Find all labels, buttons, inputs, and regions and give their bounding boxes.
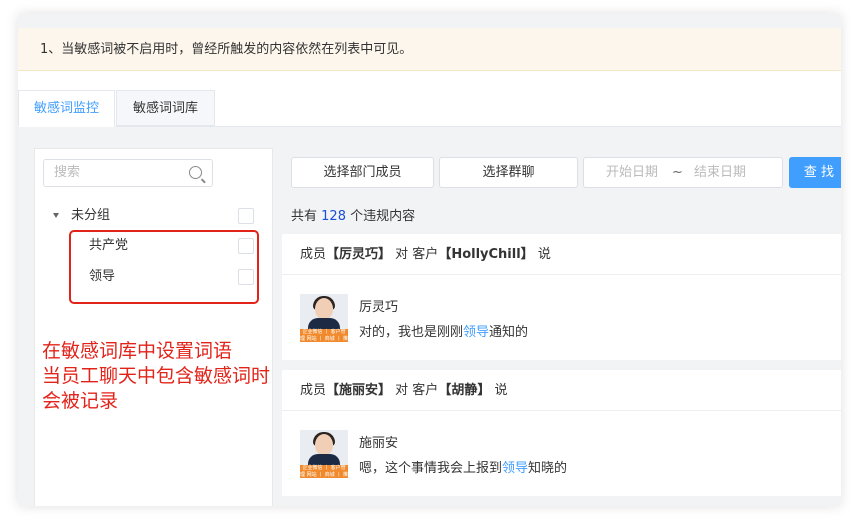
member-name: 【厉灵巧】 [326,247,392,262]
member-name: 【施丽安】 [326,383,392,398]
highlight-box [69,230,259,304]
member-label: 成员 [300,383,327,398]
sensitive-keyword: 领导 [502,461,529,476]
message-text: 对的，我也是刚刚领导通知的 [359,321,528,340]
says-label: 说 [537,247,551,262]
search-placeholder: 搜索 [54,165,81,180]
annotation-line: 会被记录 [42,390,119,412]
customer-name: 【HollyChill】 [438,247,534,262]
message-card: 成员【施丽安】 对 客户【胡静】 说 企业微信 丨 客户管理 网站 丨 商城 丨… [282,370,841,496]
date-range-picker[interactable]: 开始日期 ~ 结束日期 [583,157,783,188]
summary-prefix: 共有 [291,209,318,224]
caret-down-icon[interactable] [53,213,59,218]
annotation-line: 当员工聊天中包含敏感词时 [42,365,271,387]
result-summary: 共有 128 个违规内容 [291,205,415,224]
sender-name: 厉灵巧 [359,300,399,315]
tree-checkbox[interactable] [238,208,254,224]
message-text-before: 嗯，这个事情我会上报到 [359,461,503,476]
end-date-input[interactable]: 结束日期 [694,158,746,187]
message-text-after: 知晓的 [528,461,568,476]
search-icon[interactable] [189,166,202,179]
member-label: 成员 [300,247,327,262]
annotation-line: 在敏感词库中设置词语 [42,340,233,362]
tree-item-ungrouped[interactable]: 未分组 [35,204,272,228]
says-label: 说 [494,383,508,398]
notice-banner: 1、当敏感词被不启用时，曾经所触发的内容依然在列表中可见。 [18,28,841,71]
message-card: 成员【厉灵巧】 对 客户【HollyChill】 说 企业微信 丨 客户管理 网… [282,234,841,360]
customer-name: 【胡静】 [438,383,491,398]
customer-label: 对 客户 [395,383,439,398]
select-members-button[interactable]: 选择部门成员 [291,157,434,188]
top-strip [18,14,841,28]
summary-suffix: 个违规内容 [350,209,416,224]
start-date-input[interactable]: 开始日期 [606,158,658,187]
search-input[interactable]: 搜索 [43,159,213,187]
message-text-after: 通知的 [489,325,529,340]
avatar: 企业微信 丨 客户管理 网站 丨 商城 丨 推广 [300,430,348,478]
app-window: 1、当敏感词被不启用时，曾经所触发的内容依然在列表中可见。 敏感词监控 敏感词词… [18,14,841,506]
group-panel: 搜索 未分组 共产党 领导 [34,148,273,506]
sensitive-keyword: 领导 [463,325,490,340]
avatar-banner: 企业微信 丨 客户管理 网站 丨 商城 丨 推广 [300,329,348,342]
tab-bar: 敏感词监控 敏感词词库 [18,90,841,127]
tree-item-label: 未分组 [71,208,111,223]
avatar-banner: 企业微信 丨 客户管理 网站 丨 商城 丨 推广 [300,465,348,478]
message-header: 成员【厉灵巧】 对 客户【HollyChill】 说 [282,234,841,275]
avatar: 企业微信 丨 客户管理 网站 丨 商城 丨 推广 [300,294,348,342]
select-groups-button[interactable]: 选择群聊 [439,157,578,188]
tab-sensitive-monitor[interactable]: 敏感词监控 [18,90,115,127]
customer-label: 对 客户 [395,247,439,262]
message-header: 成员【施丽安】 对 客户【胡静】 说 [282,370,841,411]
range-separator: ~ [672,165,683,180]
summary-count: 128 [321,209,346,224]
annotation-text: 在敏感词库中设置词语 当员工聊天中包含敏感词时 会被记录 [42,339,270,414]
search-button[interactable]: 查 找 [789,157,841,188]
tab-sensitive-library[interactable]: 敏感词词库 [116,90,215,126]
sender-name: 施丽安 [359,436,399,451]
message-text: 嗯，这个事情我会上报到领导知晓的 [359,457,567,476]
message-text-before: 对的，我也是刚刚 [359,325,464,340]
